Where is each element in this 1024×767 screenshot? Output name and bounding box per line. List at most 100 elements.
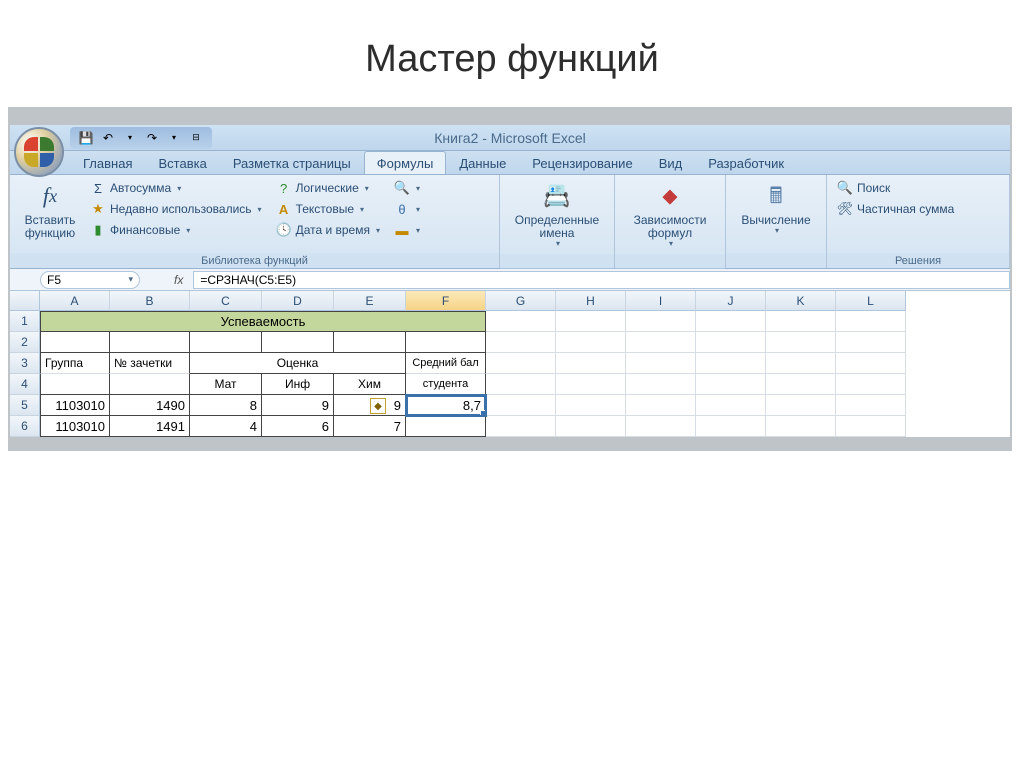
cell[interactable] (766, 395, 836, 416)
cell[interactable] (766, 353, 836, 374)
cell[interactable] (836, 353, 906, 374)
chevron-down-icon[interactable]: ▾ (122, 130, 138, 146)
row-header[interactable]: 2 (10, 332, 40, 353)
more-functions-button[interactable]: ▬▾ (390, 220, 424, 240)
autosum-button[interactable]: Σ Автосумма ▾ (86, 178, 266, 198)
text-button[interactable]: A Текстовые ▾ (272, 199, 384, 219)
logical-button[interactable]: ? Логические ▾ (272, 178, 384, 198)
cell[interactable] (626, 395, 696, 416)
datetime-button[interactable]: 🕓 Дата и время ▾ (272, 220, 384, 240)
cell[interactable] (556, 416, 626, 437)
col-header[interactable]: C (190, 291, 262, 311)
calculation-button[interactable]: 🖩 Вычисление ▾ (732, 178, 820, 238)
cell[interactable] (334, 332, 406, 353)
col-header[interactable]: G (486, 291, 556, 311)
cell[interactable] (696, 353, 766, 374)
lookup-button[interactable]: 🔍▾ (390, 178, 424, 198)
cell[interactable]: 9 (262, 395, 334, 416)
cell[interactable] (40, 374, 110, 395)
insert-function-button[interactable]: fx Вставить функцию (16, 178, 84, 242)
cell[interactable] (696, 332, 766, 353)
tab-review[interactable]: Рецензирование (519, 151, 645, 174)
col-header[interactable]: J (696, 291, 766, 311)
formula-auditing-button[interactable]: ⬥ Зависимости формул ▾ (621, 178, 719, 251)
row-header[interactable]: 1 (10, 311, 40, 332)
cell[interactable] (626, 353, 696, 374)
cell[interactable] (766, 332, 836, 353)
cell[interactable] (836, 416, 906, 437)
tab-formulas[interactable]: Формулы (364, 151, 447, 174)
cell[interactable]: № зачетки (110, 353, 190, 374)
cell[interactable] (406, 332, 486, 353)
cell[interactable]: 4 (190, 416, 262, 437)
cell[interactable] (696, 416, 766, 437)
formula-input[interactable]: =СРЗНАЧ(C5:E5) (193, 271, 1010, 289)
row-header[interactable]: 6 (10, 416, 40, 437)
cell[interactable]: 1491 (110, 416, 190, 437)
office-button[interactable] (14, 127, 64, 177)
tab-view[interactable]: Вид (646, 151, 696, 174)
tab-developer[interactable]: Разработчик (695, 151, 797, 174)
cell[interactable]: Успеваемость (40, 311, 486, 332)
tab-home[interactable]: Главная (70, 151, 145, 174)
tab-insert[interactable]: Вставка (145, 151, 219, 174)
cell[interactable] (766, 374, 836, 395)
col-header[interactable]: K (766, 291, 836, 311)
cell[interactable] (40, 332, 110, 353)
financial-button[interactable]: ▮ Финансовые ▾ (86, 220, 266, 240)
cell[interactable] (190, 332, 262, 353)
math-button[interactable]: θ▾ (390, 199, 424, 219)
cell[interactable]: 7 (334, 416, 406, 437)
cell[interactable] (836, 395, 906, 416)
fx-icon[interactable]: fx (174, 273, 183, 287)
cell[interactable] (110, 332, 190, 353)
cell[interactable] (556, 353, 626, 374)
cell[interactable] (626, 332, 696, 353)
col-header[interactable]: I (626, 291, 696, 311)
cell[interactable] (696, 311, 766, 332)
cell[interactable] (486, 395, 556, 416)
cell-selected[interactable]: 8,7 (406, 395, 486, 416)
tab-data[interactable]: Данные (446, 151, 519, 174)
cell[interactable]: Группа (40, 353, 110, 374)
cell[interactable] (110, 374, 190, 395)
save-icon[interactable]: 💾 (78, 130, 94, 146)
cell[interactable]: Оценка (190, 353, 406, 374)
cell[interactable] (626, 374, 696, 395)
cell[interactable] (696, 374, 766, 395)
cell[interactable] (766, 416, 836, 437)
cell[interactable] (836, 311, 906, 332)
select-all-button[interactable] (10, 291, 40, 311)
cell[interactable] (626, 416, 696, 437)
cell[interactable] (556, 332, 626, 353)
cell[interactable] (406, 416, 486, 437)
cell[interactable]: 1103010 (40, 416, 110, 437)
cell[interactable] (836, 374, 906, 395)
redo-icon[interactable]: ↷ (144, 130, 160, 146)
cell[interactable] (486, 332, 556, 353)
cell[interactable] (626, 311, 696, 332)
cell[interactable]: Хим (334, 374, 406, 395)
cell[interactable] (556, 395, 626, 416)
col-header[interactable]: D (262, 291, 334, 311)
name-box[interactable]: F5 ▾ (40, 271, 140, 289)
cell[interactable]: Инф (262, 374, 334, 395)
col-header[interactable]: A (40, 291, 110, 311)
cell[interactable]: 1490 (110, 395, 190, 416)
chevron-down-icon[interactable]: ▾ (128, 274, 133, 285)
row-header[interactable]: 5 (10, 395, 40, 416)
cell[interactable] (836, 332, 906, 353)
cell[interactable]: 8 (190, 395, 262, 416)
undo-icon[interactable]: ↶ (100, 130, 116, 146)
search-button[interactable]: 🔍 Поиск (833, 178, 958, 198)
row-header[interactable]: 4 (10, 374, 40, 395)
cell[interactable]: Средний бал (406, 353, 486, 374)
cell[interactable] (556, 374, 626, 395)
cell[interactable] (766, 311, 836, 332)
cell[interactable] (486, 374, 556, 395)
cell[interactable] (696, 395, 766, 416)
col-header[interactable]: E (334, 291, 406, 311)
cell[interactable]: студента (406, 374, 486, 395)
cell[interactable] (556, 311, 626, 332)
recently-used-button[interactable]: ★ Недавно использовались ▾ (86, 199, 266, 219)
